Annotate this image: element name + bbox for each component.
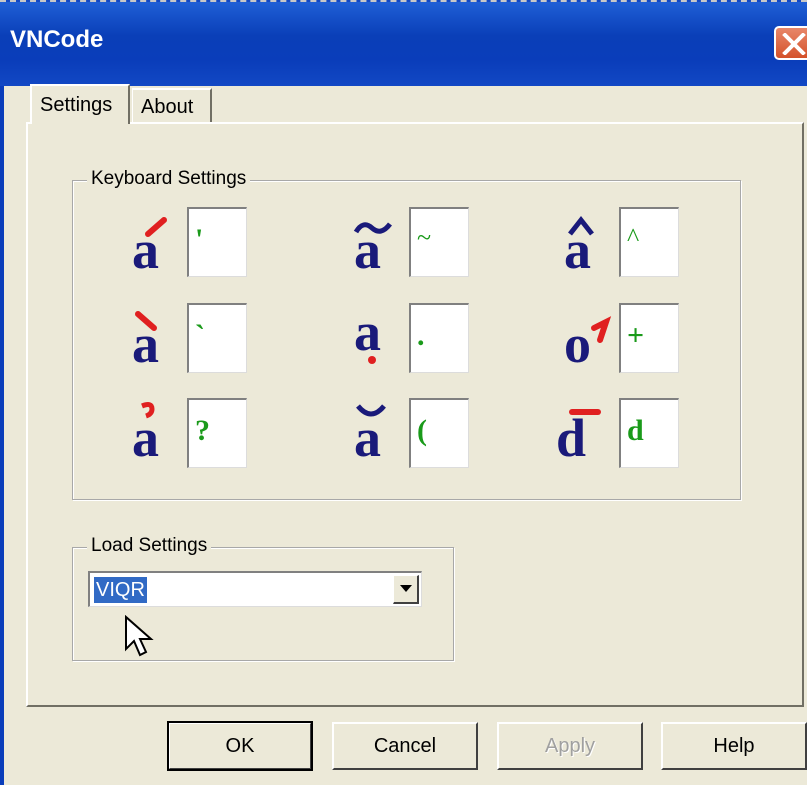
cancel-button[interactable]: Cancel [332, 722, 478, 770]
tab-about-label: About [141, 96, 194, 118]
dropdown-arrow-button[interactable] [393, 575, 419, 604]
tab-settings-label: Settings [40, 94, 113, 116]
title-bar[interactable]: VNCode [0, 0, 807, 86]
svg-text:a: a [132, 408, 159, 462]
window-title: VNCode [10, 26, 104, 53]
svg-text:d: d [556, 408, 586, 462]
close-icon [782, 33, 806, 55]
ok-button[interactable]: OK [167, 721, 313, 771]
o-horn-glyph: o [564, 314, 612, 372]
load-settings-legend: Load Settings [87, 535, 212, 557]
key-breve[interactable]: ( [409, 398, 469, 468]
a-acute-glyph: a [132, 217, 167, 278]
tab-settings[interactable]: Settings [30, 84, 130, 124]
svg-text:a: a [354, 408, 381, 462]
key-grave[interactable]: ` [187, 303, 247, 373]
keyboard-settings-legend: Keyboard Settings [87, 168, 251, 190]
apply-button[interactable]: Apply [497, 722, 643, 770]
d-stroke-glyph: d [556, 408, 601, 462]
help-button[interactable]: Help [661, 722, 807, 770]
load-settings-dropdown[interactable]: VIQR [88, 571, 422, 607]
key-circumflex[interactable]: ^ [619, 207, 679, 277]
key-acute[interactable]: ' [187, 207, 247, 277]
svg-text:a: a [354, 302, 381, 362]
tab-about[interactable]: About [132, 88, 212, 122]
a-breve-glyph: a [354, 404, 386, 462]
window-frame-left [0, 86, 4, 785]
a-hook-glyph: a [132, 402, 159, 462]
key-d[interactable]: d [619, 398, 679, 468]
close-button[interactable] [774, 26, 807, 60]
key-dot[interactable]: . [409, 303, 469, 373]
key-tilde[interactable]: ~ [409, 207, 469, 277]
a-circumflex-glyph: a [564, 215, 594, 278]
chevron-down-icon [400, 585, 412, 592]
svg-text:o: o [564, 314, 591, 372]
a-dot-below-glyph: a [354, 302, 381, 364]
a-tilde-glyph: a [353, 220, 392, 278]
mouse-pointer-icon [125, 615, 154, 657]
key-horn[interactable]: + [619, 303, 679, 373]
a-grave-glyph: a [132, 311, 159, 372]
key-hook[interactable]: ? [187, 398, 247, 468]
load-settings-selected: VIQR [94, 577, 147, 603]
